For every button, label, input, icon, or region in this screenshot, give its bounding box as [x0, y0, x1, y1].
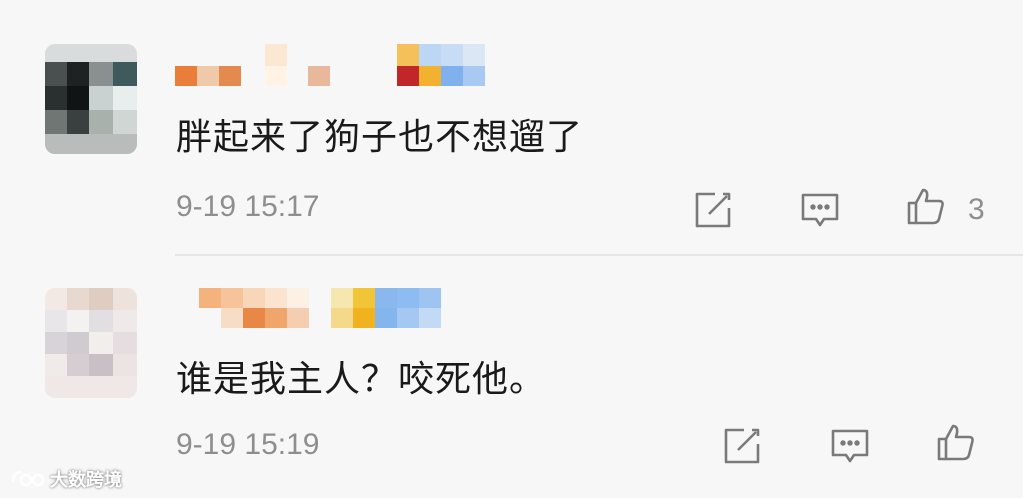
- edit-icon[interactable]: [693, 190, 733, 230]
- like-icon[interactable]: [906, 186, 946, 226]
- comment-text: 胖起来了狗子也不想遛了: [176, 117, 584, 158]
- watermark-text: 大数跨境: [50, 470, 122, 491]
- avatar[interactable]: [45, 44, 137, 154]
- comment-item: 胖起来了狗子也不想遛了 9-19 15:17 3: [0, 0, 1023, 254]
- comment-time: 9-19 15:17: [176, 190, 320, 223]
- watermark-logo-icon: [11, 470, 45, 487]
- comment-icon[interactable]: [800, 190, 840, 230]
- like-count: 3: [968, 193, 985, 226]
- like-icon[interactable]: [936, 422, 976, 462]
- watermark: 大数跨境: [10, 466, 122, 492]
- username[interactable]: [175, 42, 515, 90]
- comment-text: 谁是我主人？咬死他。: [176, 359, 547, 400]
- edit-icon[interactable]: [722, 426, 762, 466]
- comment-icon[interactable]: [830, 426, 870, 466]
- avatar[interactable]: [45, 288, 137, 398]
- username[interactable]: [175, 284, 515, 332]
- comment-item: 谁是我主人？咬死他。 9-19 15:19: [0, 256, 1023, 498]
- comment-time: 9-19 15:19: [176, 428, 320, 461]
